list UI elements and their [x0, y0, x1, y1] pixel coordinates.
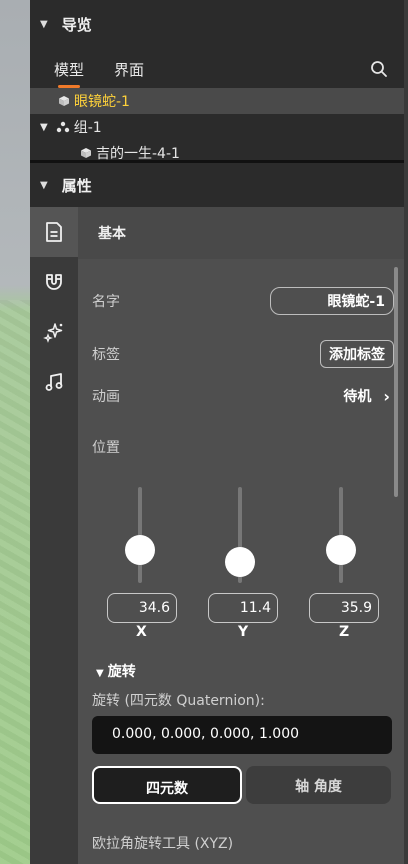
sidebar-item-effects[interactable]	[30, 307, 78, 357]
basic-tab-title: 基本	[78, 207, 404, 259]
viewport-background	[0, 0, 30, 864]
sidebar-item-basic[interactable]	[30, 207, 78, 257]
search-icon[interactable]	[370, 60, 388, 78]
tree-child-label: 吉的一生-4-1	[96, 146, 180, 160]
tree-item-child[interactable]: 吉的一生-4-1	[30, 140, 404, 160]
navigator-tabs: 模型 界面	[30, 48, 404, 88]
rotation-title: 旋转	[107, 664, 136, 680]
axis-angle-mode-button[interactable]: 轴 角度	[246, 766, 391, 804]
animation-value-text: 待机	[343, 389, 372, 405]
position-y-input[interactable]: 11.4	[208, 593, 278, 623]
name-field[interactable]: 眼镜蛇-1	[270, 287, 394, 315]
cube-icon	[81, 148, 91, 158]
tree-group-label: 组-1	[73, 120, 102, 136]
quaternion-mode-button[interactable]: 四元数	[92, 766, 242, 804]
rotation-section-toggle[interactable]: ▼ 旋转	[96, 661, 136, 681]
tree-item-group[interactable]: ▼ 组-1	[30, 114, 404, 140]
tags-row: 标签 添加标签	[92, 340, 394, 368]
navigator-header[interactable]: ▼ 导览	[30, 0, 404, 48]
magnet-icon	[46, 274, 62, 290]
axis-x-label: X	[136, 624, 147, 640]
tree-item-label: 眼镜蛇-1	[74, 94, 130, 110]
music-note-icon	[45, 373, 63, 391]
position-label: 位置	[92, 440, 120, 456]
axis-y-label: Y	[238, 624, 249, 640]
euler-tool-label: 欧拉角旋转工具 (XYZ)	[92, 836, 234, 852]
tree-item-selected[interactable]: 眼镜蛇-1	[30, 88, 404, 114]
grass-ground	[0, 300, 30, 864]
position-z-input[interactable]: 35.9	[309, 593, 379, 623]
quaternion-label: 旋转 (四元数 Quaternion):	[92, 693, 265, 709]
slider-x-knob[interactable]	[125, 535, 155, 565]
expand-triangle-icon[interactable]: ▼	[40, 122, 48, 133]
navigator-title: 导览	[61, 15, 92, 34]
collapse-triangle-icon: ▼	[40, 179, 48, 191]
animation-row[interactable]: 动画 待机 ›	[92, 386, 390, 406]
scrollbar-thumb[interactable]	[394, 267, 398, 497]
properties-title: 属性	[61, 176, 92, 195]
collapse-triangle-icon: ▼	[40, 18, 48, 30]
name-row: 名字 眼镜蛇-1	[92, 287, 394, 315]
add-tag-button[interactable]: 添加标签	[320, 340, 394, 368]
position-x-input[interactable]: 34.6	[107, 593, 177, 623]
tab-models[interactable]: 模型	[54, 59, 84, 88]
properties-sidebar	[30, 207, 78, 864]
model-tree: 眼镜蛇-1 ▼ 组-1 吉的一生-4-1	[30, 88, 404, 160]
document-icon	[46, 222, 62, 242]
sparkles-icon	[43, 323, 63, 343]
animation-label: 动画	[92, 389, 120, 405]
cube-icon	[59, 96, 69, 106]
panel-right-edge	[404, 0, 408, 864]
slider-z-knob[interactable]	[326, 535, 356, 565]
tab-interface[interactable]: 界面	[114, 59, 144, 88]
sidebar-item-audio[interactable]	[30, 357, 78, 407]
sidebar-item-physics[interactable]	[30, 257, 78, 307]
tags-label: 标签	[92, 347, 120, 363]
axis-z-label: Z	[339, 624, 350, 640]
chevron-right-icon: ›	[383, 386, 390, 406]
collapse-triangle-icon: ▼	[96, 668, 104, 679]
animation-value[interactable]: 待机 ›	[343, 386, 390, 406]
quaternion-field[interactable]: 0.000, 0.000, 0.000, 1.000	[92, 716, 392, 754]
slider-y-knob[interactable]	[225, 547, 255, 577]
position-row: 位置	[92, 437, 394, 457]
name-label: 名字	[92, 294, 120, 310]
group-icon	[56, 121, 69, 133]
properties-header[interactable]: ▼ 属性	[30, 163, 404, 207]
